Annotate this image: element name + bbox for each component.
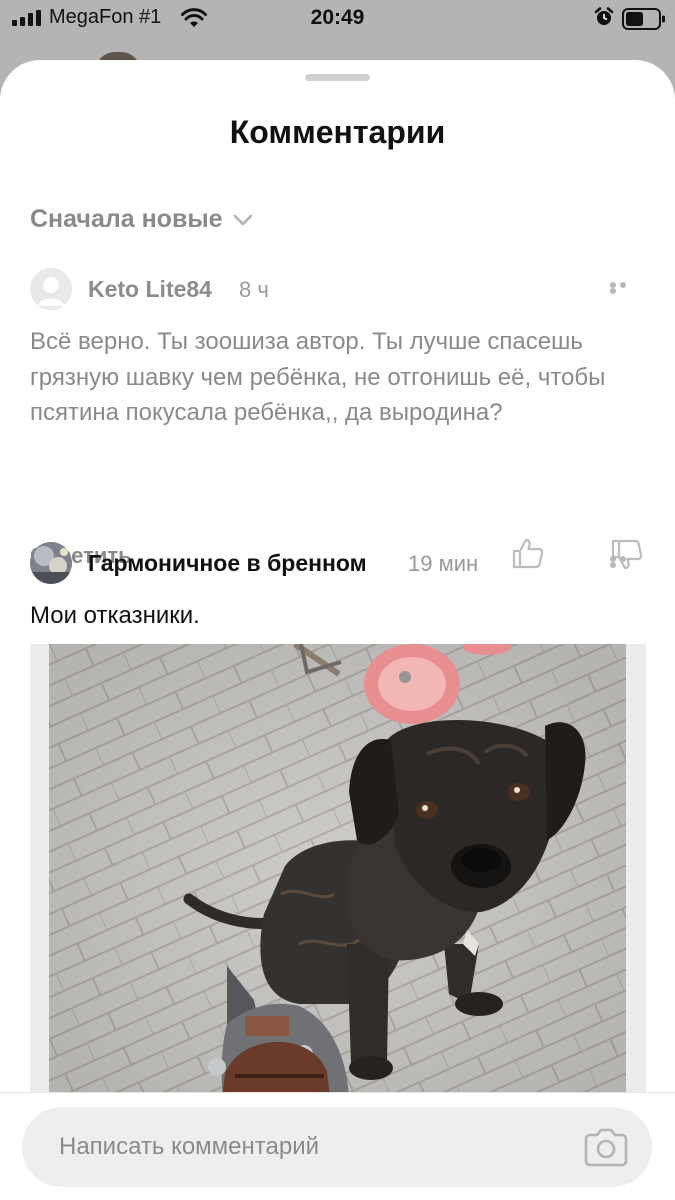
comments-sheet: Комментарии Сначала новые Keto Lite84 8 …	[0, 60, 675, 1200]
comment-author[interactable]: Keto Lite84	[88, 276, 212, 303]
avatar-placeholder[interactable]	[30, 268, 72, 310]
clock: 20:49	[310, 6, 365, 29]
alarm-clock-icon	[594, 7, 614, 25]
dog-photo-illustration	[49, 644, 626, 1104]
comment-text: Мои отказники.	[30, 602, 200, 629]
comment-text: Всё верно. Ты зоошиза автор. Ты лучше сп…	[30, 328, 606, 426]
sheet-title: Комментарии	[229, 114, 446, 150]
thumbs-up-icon[interactable]	[511, 536, 545, 570]
comment-composer: Написать комментарий	[0, 1092, 675, 1200]
user-silhouette-icon	[30, 268, 72, 310]
comment-input[interactable]: Написать комментарий	[22, 1107, 652, 1187]
chevron-down-icon	[233, 214, 252, 225]
camera-icon[interactable]	[582, 1127, 630, 1169]
comment-input-placeholder: Написать комментарий	[59, 1133, 320, 1160]
attachment-frame	[30, 644, 646, 1104]
comment-time: 8 ч	[239, 277, 269, 302]
more-options-icon[interactable]	[610, 556, 638, 568]
battery-icon	[622, 8, 665, 30]
avatar[interactable]	[30, 542, 72, 584]
more-options-icon[interactable]	[610, 282, 638, 294]
status-bar: MegaFon #1 20:49	[0, 0, 675, 40]
comment-author[interactable]: Гармоничное в бренном	[88, 550, 367, 577]
comment-photo[interactable]	[49, 644, 626, 1104]
comment-time: 19 мин	[408, 551, 479, 576]
sort-label: Сначала новые	[30, 205, 223, 233]
avatar-photo	[30, 542, 72, 584]
sort-dropdown[interactable]: Сначала новые	[30, 205, 253, 234]
sheet-grabber[interactable]	[305, 74, 370, 81]
